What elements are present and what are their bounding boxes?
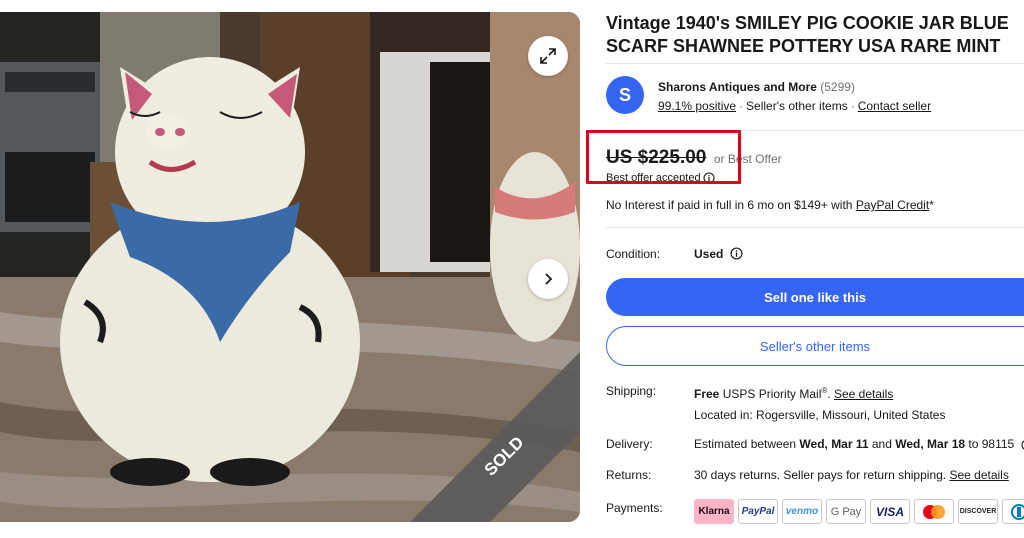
seller-feedback-count: (5299) — [820, 80, 855, 94]
price-highlight-annotation — [586, 130, 741, 184]
shipping-label: Shipping: — [606, 384, 657, 398]
info-icon[interactable] — [730, 247, 743, 260]
delivery-date-start: Wed, Mar 11 — [799, 437, 869, 451]
image-gallery: SOLD — [0, 12, 580, 522]
google-pay-icon: G Pay — [826, 499, 866, 524]
mastercard-logo — [923, 504, 945, 519]
divider — [606, 227, 1024, 228]
seller-links: 99.1% positive · Seller's other items · Cont… — [658, 99, 931, 113]
contact-seller-link[interactable]: Contact seller — [858, 99, 931, 113]
sellers-other-items-button[interactable]: Seller's other items — [606, 326, 1024, 366]
sell-one-like-this-button[interactable]: Sell one like this — [606, 278, 1024, 316]
shipping-row: Shipping: Free USPS Priority Mail®. See … — [606, 384, 1024, 424]
discover-icon: DISCOVER — [958, 499, 998, 524]
seller-name-row: Sharons Antiques and More (5299) — [658, 80, 855, 94]
financing-text: No Interest if paid in full in 6 mo on $… — [606, 198, 856, 212]
seller-avatar[interactable]: S — [606, 76, 644, 114]
seller-card: S Sharons Antiques and More (5299) 99.1%… — [606, 76, 1024, 118]
listing-details: Vintage 1940's SMILEY PIG COOKIE JAR BLU… — [586, 0, 1024, 538]
shipping-service: USPS Priority Mail — [719, 387, 822, 401]
delivery-value: Estimated between Wed, Mar 11 and Wed, M… — [694, 437, 1024, 451]
condition-value: Used — [694, 247, 724, 261]
seller-name[interactable]: Sharons Antiques and More — [658, 80, 817, 94]
seller-positive-feedback-link[interactable]: 99.1% positive — [658, 99, 736, 113]
payments-label: Payments: — [606, 501, 663, 515]
delivery-row: Delivery: Estimated between Wed, Mar 11 … — [606, 437, 1024, 453]
divider — [606, 63, 1024, 64]
expand-icon — [540, 48, 556, 64]
condition-label: Condition: — [606, 247, 661, 261]
paypal-icon: PayPal — [738, 499, 778, 524]
paypal-credit-link[interactable]: PayPal Credit — [856, 198, 929, 212]
condition-row: Condition: Used — [606, 247, 1024, 263]
shipping-see-details-link[interactable]: See details — [834, 387, 893, 401]
payment-methods: Klarna PayPal venmo G Pay VISA DISCOVER — [694, 499, 1024, 524]
mastercard-icon — [914, 499, 954, 524]
delivery-date-end: Wed, Mar 18 — [895, 437, 966, 451]
shipping-value: Free USPS Priority Mail®. See details — [694, 386, 893, 401]
financing-suffix: * — [929, 198, 934, 212]
separator: . — [827, 387, 834, 401]
delivery-zip: to 98115 — [965, 437, 1015, 451]
diners-icon — [1002, 499, 1024, 524]
item-location: Located in: Rogersville, Missouri, Unite… — [694, 408, 946, 422]
venmo-icon: venmo — [782, 499, 822, 524]
returns-see-details-link[interactable]: See details — [949, 468, 1008, 482]
returns-row: Returns: 30 days returns. Seller pays fo… — [606, 468, 1024, 484]
delivery-and: and — [868, 437, 896, 451]
returns-value: 30 days returns. Seller pays for return … — [694, 468, 1009, 482]
returns-text: 30 days returns. Seller pays for return … — [694, 468, 950, 482]
payments-row: Payments: — [606, 501, 686, 517]
delivery-prefix: Estimated between — [694, 437, 800, 451]
separator: · — [850, 99, 855, 113]
info-icon[interactable] — [1021, 439, 1024, 451]
delivery-label: Delivery: — [606, 437, 653, 451]
separator: · — [739, 99, 744, 113]
item-title: Vintage 1940's SMILEY PIG COOKIE JAR BLU… — [606, 13, 1009, 56]
visa-icon: VISA — [870, 499, 910, 524]
seller-other-items-link[interactable]: Seller's other items — [746, 99, 848, 113]
expand-image-button[interactable] — [528, 36, 568, 76]
financing-info: No Interest if paid in full in 6 mo on $… — [606, 198, 934, 212]
klarna-icon: Klarna — [694, 499, 734, 524]
product-photo[interactable] — [0, 12, 580, 522]
next-image-button[interactable] — [528, 259, 568, 299]
chevron-right-icon — [545, 273, 553, 285]
shipping-free: Free — [694, 387, 720, 401]
diners-logo — [1011, 503, 1024, 520]
returns-label: Returns: — [606, 468, 652, 482]
